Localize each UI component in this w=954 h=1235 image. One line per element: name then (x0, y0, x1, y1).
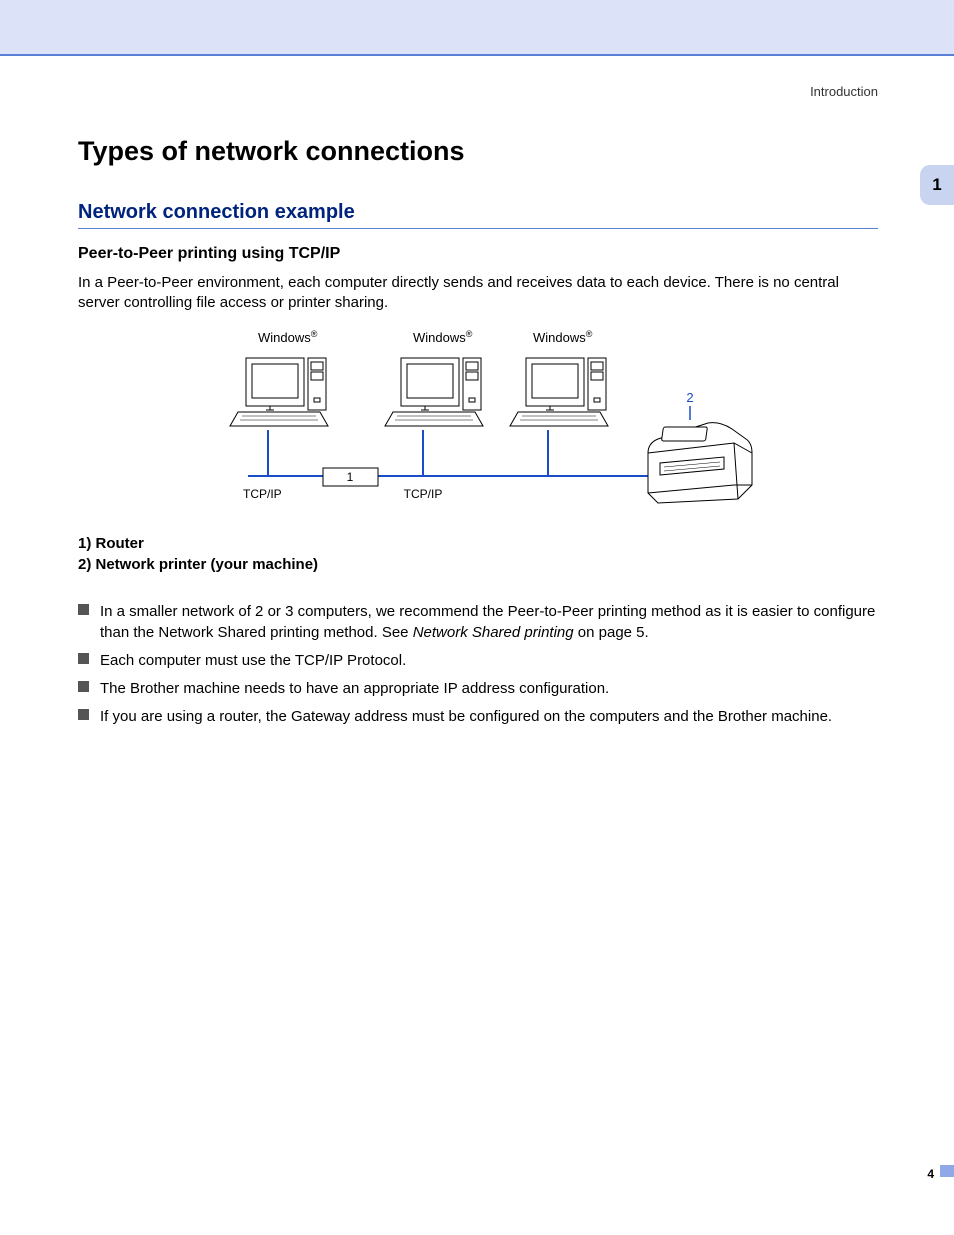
computer-icon (385, 358, 483, 426)
page-content: Types of network connections Network con… (78, 136, 878, 734)
page-title: Types of network connections (78, 136, 878, 167)
legend-item-2: 2) Network printer (your machine) (78, 556, 878, 573)
page-number-accent (940, 1165, 954, 1177)
list-item: Each computer must use the TCP/IP Protoc… (78, 650, 878, 671)
printer-icon (648, 422, 752, 502)
network-diagram-svg: 1 TCP/IP TCP/IP (198, 328, 758, 516)
list-text: Each computer must use the TCP/IP Protoc… (100, 652, 406, 669)
list-text: The Brother machine needs to have an app… (100, 680, 609, 697)
os-label: Windows® (258, 329, 318, 345)
running-header: Introduction (810, 84, 878, 99)
page-number: 4 (927, 1167, 934, 1181)
router-number-label: 1 (347, 470, 354, 484)
printer-number-label: 2 (686, 390, 693, 405)
tcpip-label-left: TCP/IP (243, 487, 282, 501)
intro-paragraph: In a Peer-to-Peer environment, each comp… (78, 273, 878, 314)
top-rule (0, 54, 954, 56)
chapter-tab: 1 (920, 165, 954, 205)
tcpip-label-right: TCP/IP (404, 487, 443, 501)
subsection-heading: Peer-to-Peer printing using TCP/IP (78, 245, 878, 263)
os-label: Windows® (413, 329, 473, 345)
legend-item-1: 1) Router (78, 535, 878, 552)
bullet-list: In a smaller network of 2 or 3 computers… (78, 601, 878, 727)
list-item: In a smaller network of 2 or 3 computers… (78, 601, 878, 643)
top-banner (0, 0, 954, 54)
cross-ref-link[interactable]: Network Shared printing (413, 624, 574, 641)
list-text: on page 5. (574, 624, 649, 641)
os-label: Windows® (533, 329, 593, 345)
heading-rule (78, 228, 878, 229)
section-heading: Network connection example (78, 201, 878, 224)
computer-icon (510, 358, 608, 426)
list-item: The Brother machine needs to have an app… (78, 678, 878, 699)
computer-icon (230, 358, 328, 426)
list-item: If you are using a router, the Gateway a… (78, 706, 878, 727)
list-text: If you are using a router, the Gateway a… (100, 708, 832, 725)
diagram: 1 TCP/IP TCP/IP (78, 328, 878, 521)
